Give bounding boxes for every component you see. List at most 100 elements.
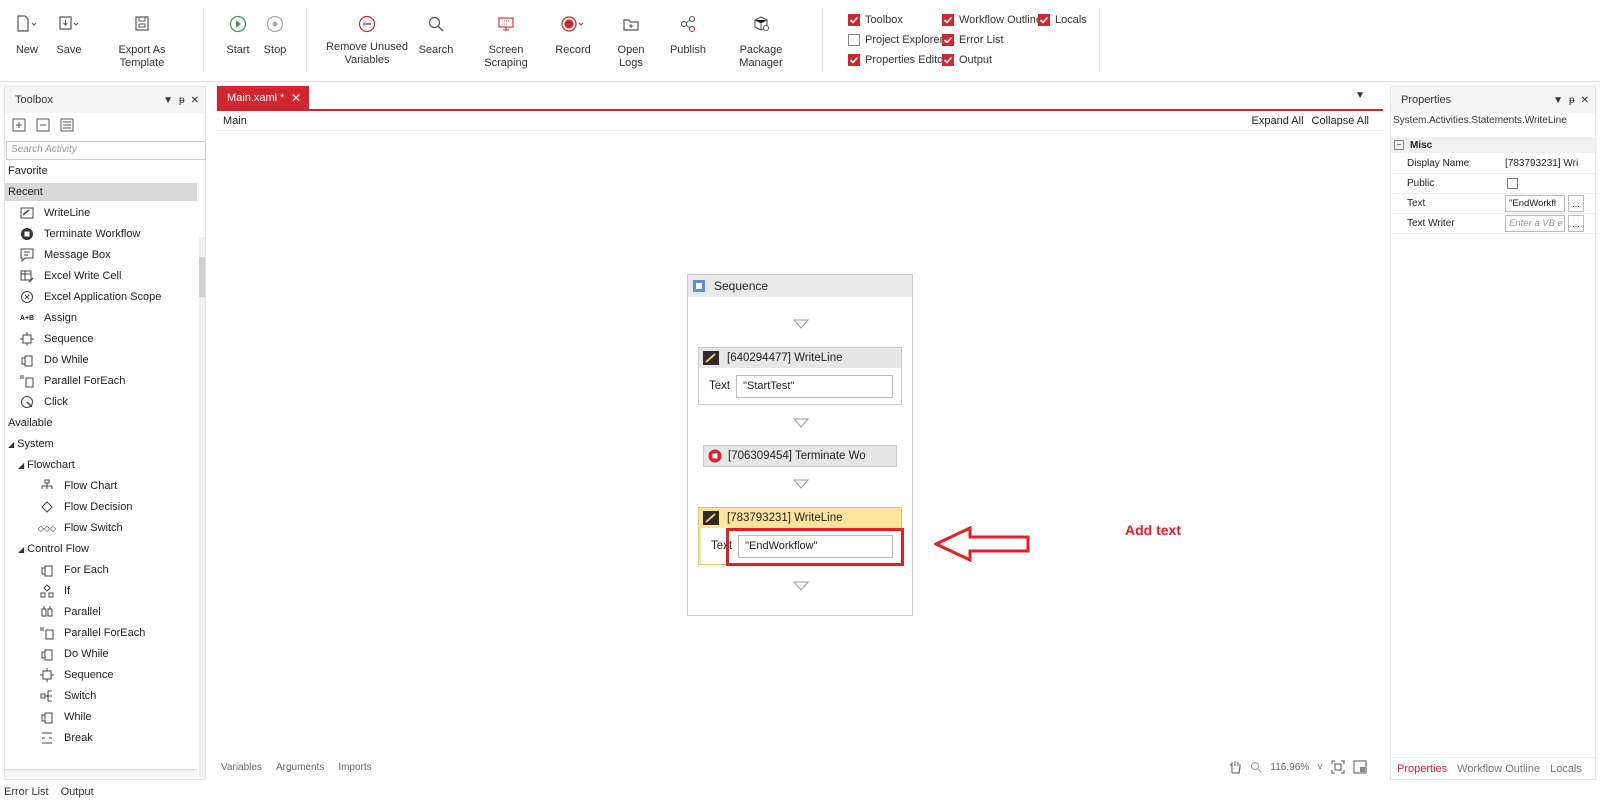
toolbox-item-switch[interactable]: Switch <box>39 687 96 705</box>
new-button[interactable]: New <box>14 12 40 57</box>
ellipsis-button[interactable]: ... <box>1568 195 1584 212</box>
collapse-all-icon[interactable] <box>35 117 53 133</box>
package-manager-button[interactable]: Package Manager <box>721 12 801 70</box>
remove-unused-variables-button[interactable]: Remove Unused Variables <box>326 12 408 67</box>
toolbox-item-for-each[interactable]: For Each <box>39 561 109 579</box>
workflow-outline-tab[interactable]: Workflow Outline <box>1457 763 1540 775</box>
zoom-icon[interactable] <box>1250 761 1262 773</box>
screen-scraping-button[interactable]: Screen Scraping <box>467 12 545 70</box>
recent-category[interactable]: Recent <box>5 183 197 201</box>
search-activity-input[interactable]: Search Activity <box>6 141 206 160</box>
toolbox-item-click[interactable]: Click <box>19 393 68 411</box>
output-tab[interactable]: Output <box>61 786 94 798</box>
property-text: Text "EndWorkfl... <box>1391 194 1597 214</box>
locals-tab[interactable]: Locals <box>1550 763 1582 775</box>
toolbox-horizontal-scrollbar[interactable] <box>5 769 197 777</box>
close-icon[interactable]: ✕ <box>1581 95 1589 106</box>
terminate-workflow-activity[interactable]: [706309454] Terminate Wo <box>703 445 897 467</box>
favorite-category[interactable]: Favorite <box>8 162 48 180</box>
scrollbar-thumb[interactable] <box>199 257 205 297</box>
toolbox-item-parallel-foreach[interactable]: Parallel ForEach <box>19 372 125 390</box>
workflow-outline-panel-checkbox[interactable]: Workflow Outline <box>942 12 1042 28</box>
drop-target-arrow-icon[interactable] <box>793 479 809 489</box>
drop-target-arrow-icon[interactable] <box>793 418 809 428</box>
toolbox-item-terminate-workflow[interactable]: Terminate Workflow <box>19 225 140 243</box>
toolbox-item-parallel[interactable]: Parallel <box>39 603 101 621</box>
flowchart-category[interactable]: ◢ Flowchart <box>18 456 75 474</box>
output-panel-checkbox[interactable]: Output <box>942 52 992 68</box>
writeline-activity-start[interactable]: [640294477] WriteLine Text "StartTest" <box>698 347 902 405</box>
display-name-value[interactable]: [783793231] Wri <box>1505 158 1597 169</box>
toolbox-panel-checkbox[interactable]: Toolbox <box>848 12 903 28</box>
export-as-template-button[interactable]: Export As Template <box>96 12 188 70</box>
flow-chart-icon <box>39 478 55 494</box>
toolbox-item-excel-write-cell[interactable]: Excel Write Cell <box>19 267 121 285</box>
zoom-dropdown-icon[interactable]: ˅ <box>1317 762 1323 773</box>
ellipsis-button[interactable]: ... <box>1568 215 1584 232</box>
toolbox-item-flow-switch[interactable]: ◇◇◇ Flow Switch <box>38 519 123 537</box>
toolbox-item-flow-chart[interactable]: Flow Chart <box>39 477 117 495</box>
property-type-name: System.Activities.Statements.WriteLine <box>1393 115 1567 126</box>
toolbox-item-flow-decision[interactable]: Flow Decision <box>39 498 132 516</box>
available-category[interactable]: Available <box>8 414 52 432</box>
close-tab-icon[interactable]: ✕ <box>291 91 301 105</box>
breadcrumb-main[interactable]: Main <box>223 115 247 127</box>
text-writer-input[interactable]: Enter a VB e <box>1505 215 1565 232</box>
toolbox-item-do-while-cf[interactable]: Do While <box>39 645 109 663</box>
arguments-tab[interactable]: Arguments <box>276 762 324 773</box>
toolbox-item-parallel-foreach-cf[interactable]: Parallel ForEach <box>39 624 145 642</box>
close-icon[interactable]: ✕ <box>191 95 199 106</box>
toolbox-item-break[interactable]: Break <box>39 729 93 747</box>
text-expression-input[interactable]: "StartTest" <box>736 374 893 398</box>
toolbox-item-sequence-cf[interactable]: Sequence <box>39 666 114 684</box>
search-button[interactable]: Search <box>418 12 454 57</box>
properties-tab[interactable]: Properties <box>1397 763 1447 775</box>
save-button[interactable]: Save <box>56 12 82 57</box>
tab-overflow-icon[interactable]: ▼ <box>1355 90 1365 101</box>
toolbox-item-excel-application-scope[interactable]: Excel Application Scope <box>19 288 161 306</box>
toolbox-vertical-scrollbar[interactable] <box>199 237 205 777</box>
collapse-icon[interactable]: − <box>1394 140 1404 150</box>
drop-target-arrow-icon[interactable] <box>793 581 809 591</box>
toolbox-item-do-while[interactable]: Do While <box>19 351 89 369</box>
text-property-input[interactable]: "EndWorkfl <box>1505 195 1565 212</box>
dropdown-icon[interactable]: ▼ <box>1553 95 1563 106</box>
stop-button[interactable]: Stop <box>262 12 288 57</box>
toolbox-item-message-box[interactable]: Message Box <box>19 246 111 264</box>
list-view-icon[interactable] <box>59 117 77 133</box>
record-button[interactable]: Record <box>555 12 591 57</box>
system-category[interactable]: ◢ System <box>8 435 54 453</box>
misc-category[interactable]: − Misc <box>1391 137 1597 153</box>
overview-map-icon[interactable] <box>1353 760 1367 774</box>
zoom-level[interactable]: 116.96% <box>1270 762 1309 773</box>
expand-all-icon[interactable] <box>11 117 29 133</box>
open-logs-button[interactable]: Open Logs <box>605 12 657 70</box>
locals-panel-checkbox[interactable]: Locals <box>1038 12 1087 28</box>
sequence-icon <box>692 279 706 293</box>
toolbox-item-while[interactable]: While <box>39 708 92 726</box>
drop-target-arrow-icon[interactable] <box>793 319 809 329</box>
pan-hand-icon[interactable] <box>1228 760 1242 774</box>
publish-button[interactable]: Publish <box>670 12 706 57</box>
variables-tab[interactable]: Variables <box>221 762 262 773</box>
error-list-tab[interactable]: Error List <box>4 786 49 798</box>
toolbox-item-if[interactable]: If <box>39 582 70 600</box>
toolbox-item-sequence[interactable]: Sequence <box>19 330 94 348</box>
imports-tab[interactable]: Imports <box>338 762 371 773</box>
control-flow-category[interactable]: ◢ Control Flow <box>18 540 89 558</box>
project-explorer-panel-checkbox[interactable]: Project Explorer <box>848 32 943 48</box>
toolbox-item-assign[interactable]: A+B Assign <box>19 309 77 327</box>
dropdown-icon[interactable]: ▼ <box>163 95 173 106</box>
pin-icon[interactable]: ᵽ <box>1569 95 1575 106</box>
expand-all-link[interactable]: Expand All <box>1252 115 1304 127</box>
fit-to-screen-icon[interactable] <box>1331 760 1345 774</box>
tab-main-xaml[interactable]: Main.xaml * ✕ <box>217 86 309 109</box>
toolbox-item-writeline[interactable]: WriteLine <box>19 204 90 222</box>
error-list-panel-checkbox[interactable]: Error List <box>942 32 1004 48</box>
public-checkbox[interactable] <box>1507 178 1518 189</box>
pin-icon[interactable]: ᵽ <box>179 95 185 106</box>
properties-editor-panel-checkbox[interactable]: Properties Editor <box>848 52 947 68</box>
start-button[interactable]: Start <box>225 12 251 57</box>
collapse-all-link[interactable]: Collapse All <box>1312 115 1369 127</box>
parallel-icon <box>39 604 55 620</box>
